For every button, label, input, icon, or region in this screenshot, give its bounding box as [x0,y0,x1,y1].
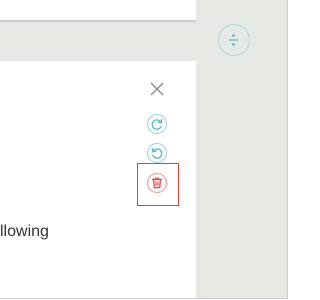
content-text: llowing [0,223,49,240]
divide-icon [229,34,238,46]
divide-button[interactable] [218,24,250,56]
close-button[interactable] [149,81,165,97]
undo-icon [146,142,168,164]
delete-button[interactable] [146,172,168,194]
top-strip [0,0,196,22]
app-frame: llowing [0,0,289,300]
redo-button[interactable] [146,113,168,135]
close-icon [150,82,164,96]
undo-button[interactable] [146,142,168,164]
trash-icon [146,172,168,194]
redo-icon [146,113,168,135]
header-band [0,22,196,61]
